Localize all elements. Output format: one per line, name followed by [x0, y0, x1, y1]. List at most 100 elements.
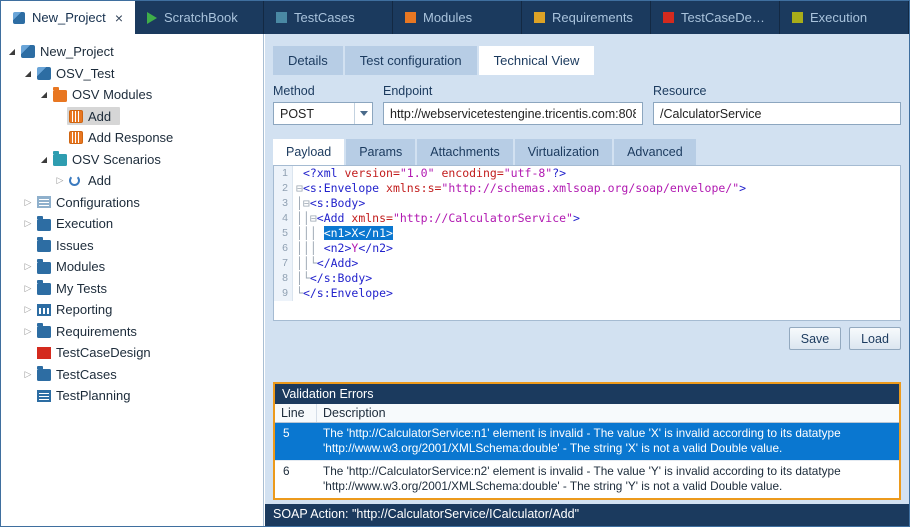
- expander-expanded-icon[interactable]: ◢: [37, 90, 51, 99]
- expander-expanded-icon[interactable]: ◢: [37, 155, 51, 164]
- folder-icon: [37, 283, 51, 295]
- endpoint-input[interactable]: [383, 102, 643, 125]
- testcasedesign-icon: [37, 347, 51, 359]
- configurations-icon: [37, 196, 51, 208]
- line-number: 5: [274, 226, 293, 241]
- code-line[interactable]: 7 ││└</Add>: [274, 256, 900, 271]
- line-number: 3: [274, 196, 293, 211]
- tree-item-add-response[interactable]: Add Response: [1, 127, 263, 149]
- expander-collapsed-icon[interactable]: ▷: [21, 369, 35, 380]
- fold-marker-icon[interactable]: │⊟: [296, 196, 310, 210]
- save-button[interactable]: Save: [789, 327, 841, 350]
- top-tab-new-project[interactable]: New_Project ×: [1, 1, 135, 34]
- line-number: 2: [274, 181, 293, 196]
- top-tab-execution[interactable]: Execution: [780, 1, 909, 34]
- code-token: </Add>: [317, 256, 359, 270]
- tree-item-osv-modules[interactable]: ◢ OSV Modules: [1, 84, 263, 106]
- tree-item-add-scenario[interactable]: ▷ Add: [1, 170, 263, 192]
- expander-collapsed-icon[interactable]: ▷: [21, 218, 35, 229]
- expander-collapsed-icon[interactable]: ▷: [21, 283, 35, 294]
- code-line-selected[interactable]: 5 │││ <n1>X</n1>: [274, 226, 900, 241]
- tab-advanced[interactable]: Advanced: [614, 139, 696, 165]
- fold-marker-icon[interactable]: ││⊟: [296, 211, 317, 225]
- code-line[interactable]: 9 └</s:Envelope>: [274, 286, 900, 301]
- fold-marker-icon[interactable]: ││└: [296, 256, 317, 270]
- code-line[interactable]: 1 <?xml version="1.0" encoding="utf-8"?>: [274, 166, 900, 181]
- validation-error-row[interactable]: 6 The 'http://CalculatorService:n2' elem…: [275, 460, 899, 498]
- tree-item-testplanning[interactable]: TestPlanning: [1, 385, 263, 407]
- tab-virtualization[interactable]: Virtualization: [515, 139, 612, 165]
- top-tab-label: ScratchBook: [164, 10, 238, 25]
- expander-expanded-icon[interactable]: ◢: [21, 69, 35, 78]
- code-line[interactable]: 4 ││⊟<Add xmlns="http://CalculatorServic…: [274, 211, 900, 226]
- tree-item-requirements[interactable]: ▷ Requirements: [1, 321, 263, 343]
- module-icon: [69, 131, 83, 144]
- tree-item-add-module[interactable]: Add: [1, 106, 263, 128]
- tree-item-osv-test[interactable]: ◢ OSV_Test: [1, 63, 263, 85]
- method-select-dropdown-button[interactable]: [354, 103, 372, 124]
- tab-test-configuration[interactable]: Test configuration: [345, 46, 477, 75]
- top-tab-testcases[interactable]: TestCases: [264, 1, 393, 34]
- tree-item-configurations[interactable]: ▷ Configurations: [1, 192, 263, 214]
- fold-marker-icon[interactable]: [296, 166, 303, 180]
- tree-item-label: Add: [88, 109, 111, 124]
- resource-input[interactable]: [653, 102, 901, 125]
- tree-item-my-tests[interactable]: ▷ My Tests: [1, 278, 263, 300]
- tab-details[interactable]: Details: [273, 46, 343, 75]
- code-line[interactable]: 2 ⊟<s:Envelope xmlns:s="http://schemas.x…: [274, 181, 900, 196]
- load-button[interactable]: Load: [849, 327, 901, 350]
- expander-collapsed-icon[interactable]: ▷: [21, 197, 35, 208]
- code-token: <n2>: [324, 241, 352, 255]
- tree-item-osv-scenarios[interactable]: ◢ OSV Scenarios: [1, 149, 263, 171]
- code-text: │└</s:Body>: [293, 271, 372, 286]
- tree-item-testcasedesign[interactable]: TestCaseDesign: [1, 342, 263, 364]
- code-token: </s:Body>: [310, 271, 372, 285]
- code-line[interactable]: 3 │⊟<s:Body>: [274, 196, 900, 211]
- tab-technical-view[interactable]: Technical View: [479, 46, 595, 75]
- xml-payload-editor[interactable]: 1 <?xml version="1.0" encoding="utf-8"?>…: [273, 165, 901, 321]
- expander-collapsed-icon[interactable]: ▷: [53, 175, 67, 186]
- error-line-number: 6: [275, 461, 317, 498]
- view-tab-strip: Details Test configuration Technical Vie…: [265, 34, 909, 75]
- modules-icon: [405, 12, 416, 23]
- error-description: The 'http://CalculatorService:n1' elemen…: [317, 423, 899, 460]
- fold-marker-icon[interactable]: │││: [296, 226, 324, 240]
- code-token: >: [573, 211, 580, 225]
- tab-params[interactable]: Params: [346, 139, 415, 165]
- fold-marker-icon[interactable]: ⊟: [296, 181, 303, 195]
- tree-item-reporting[interactable]: ▷ Reporting: [1, 299, 263, 321]
- validation-error-row[interactable]: 5 The 'http://CalculatorService:n1' elem…: [275, 423, 899, 460]
- code-token: >: [739, 181, 746, 195]
- expander-expanded-icon[interactable]: ◢: [5, 47, 19, 56]
- close-icon[interactable]: ×: [115, 11, 123, 25]
- tree-item-label: OSV_Test: [56, 66, 115, 81]
- expander-collapsed-icon[interactable]: ▷: [21, 326, 35, 337]
- top-tab-scratchbook[interactable]: ScratchBook: [135, 1, 264, 34]
- tree-item-label: Execution: [56, 216, 113, 231]
- expander-collapsed-icon[interactable]: ▷: [21, 261, 35, 272]
- tree-item-modules[interactable]: ▷ Modules: [1, 256, 263, 278]
- code-line[interactable]: 8 │└</s:Body>: [274, 271, 900, 286]
- fold-marker-icon[interactable]: │││: [296, 241, 324, 255]
- code-line[interactable]: 6 │││ <n2>Y</n2>: [274, 241, 900, 256]
- column-header-description: Description: [317, 404, 899, 422]
- tree-item-testcases[interactable]: ▷ TestCases: [1, 364, 263, 386]
- tab-attachments[interactable]: Attachments: [417, 139, 512, 165]
- top-tab-testcasedesign[interactable]: TestCaseDesign: [651, 1, 780, 34]
- tree-item-new-project[interactable]: ◢ New_Project: [1, 41, 263, 63]
- tree-item-label: TestCaseDesign: [56, 345, 151, 360]
- line-number: 7: [274, 256, 293, 271]
- code-token: xmlns=: [351, 211, 393, 225]
- status-bar: SOAP Action: "http://CalculatorService/I…: [265, 504, 909, 526]
- top-tab-requirements[interactable]: Requirements: [522, 1, 651, 34]
- column-header-line: Line: [275, 404, 317, 422]
- testcasedesign-icon: [663, 12, 674, 23]
- method-select[interactable]: POST: [273, 102, 373, 125]
- tree-item-execution[interactable]: ▷ Execution: [1, 213, 263, 235]
- fold-marker-icon[interactable]: └: [296, 286, 303, 300]
- top-tab-modules[interactable]: Modules: [393, 1, 522, 34]
- expander-collapsed-icon[interactable]: ▷: [21, 304, 35, 315]
- tab-payload[interactable]: Payload: [273, 139, 344, 165]
- fold-marker-icon[interactable]: │└: [296, 271, 310, 285]
- tree-item-issues[interactable]: Issues: [1, 235, 263, 257]
